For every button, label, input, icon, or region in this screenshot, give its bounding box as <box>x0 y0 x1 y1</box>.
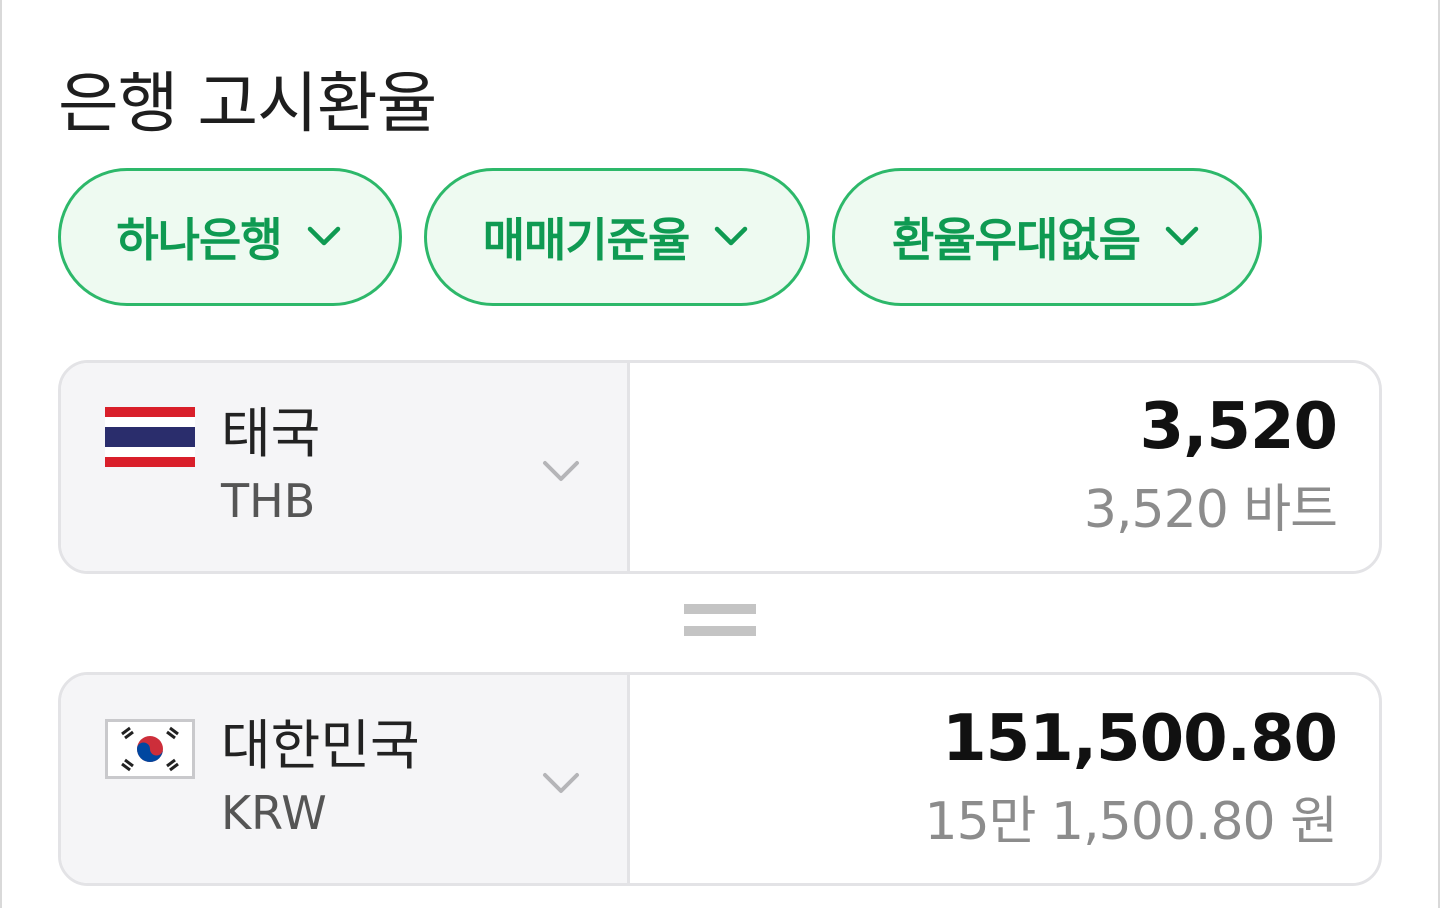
from-currency-code: THB <box>221 474 316 528</box>
from-amount-input[interactable]: 3,520 3,520 바트 <box>630 363 1379 571</box>
window-edge-left <box>0 0 2 908</box>
equals-bar <box>684 626 756 636</box>
preferential-rate-filter-label: 환율우대없음 <box>892 213 1141 267</box>
to-currency-card: 대한민국 KRW 151,500.80 15만 1,500.80 원 <box>58 672 1382 886</box>
bank-filter-chip[interactable]: 하나은행 <box>58 168 402 306</box>
to-country-name: 대한민국 <box>221 714 420 777</box>
preferential-rate-filter-chip[interactable]: 환율우대없음 <box>832 168 1262 306</box>
to-amount-text: 15만 1,500.80 원 <box>924 792 1338 852</box>
chevron-down-icon <box>543 773 579 793</box>
to-currency-selector[interactable]: 대한민국 KRW <box>61 675 630 883</box>
chevron-down-icon <box>1165 226 1199 246</box>
chevron-down-icon <box>543 461 579 481</box>
to-amount-input[interactable]: 151,500.80 15만 1,500.80 원 <box>630 675 1379 883</box>
thailand-flag-icon <box>105 407 195 467</box>
chevron-down-icon <box>307 226 340 246</box>
to-amount-value: 151,500.80 <box>942 702 1338 776</box>
from-amount-value: 3,520 <box>1139 390 1338 464</box>
equals-icon <box>684 604 756 638</box>
taegeuk-icon <box>121 726 179 772</box>
from-currency-selector[interactable]: 태국 THB <box>61 363 630 571</box>
chevron-down-icon <box>715 226 748 246</box>
rate-type-filter-label: 매매기준율 <box>482 213 691 267</box>
bank-filter-label: 하나은행 <box>116 213 282 267</box>
from-amount-text: 3,520 바트 <box>1083 480 1338 540</box>
to-currency-code: KRW <box>221 786 327 840</box>
rate-type-filter-chip[interactable]: 매매기준율 <box>424 168 810 306</box>
south-korea-flag-icon <box>105 719 195 779</box>
page-title: 은행 고시환율 <box>58 65 437 143</box>
equals-bar <box>684 604 756 614</box>
from-country-name: 태국 <box>221 402 321 465</box>
from-currency-card: 태국 THB 3,520 3,520 바트 <box>58 360 1382 574</box>
